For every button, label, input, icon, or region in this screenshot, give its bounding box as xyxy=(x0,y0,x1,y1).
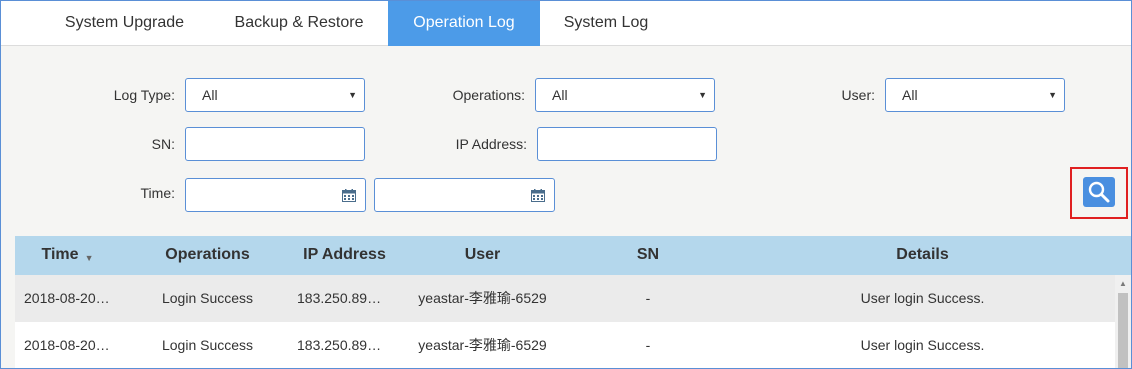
cell-user: yeastar-李雅瑜-6529 xyxy=(418,337,547,353)
table-scrollbar[interactable]: ▲ xyxy=(1115,275,1131,368)
column-header-operations[interactable]: Operations xyxy=(135,236,280,274)
user-select[interactable]: All ▼ xyxy=(885,78,1065,112)
ip-address-label: IP Address: xyxy=(455,136,527,152)
sn-label: SN: xyxy=(151,136,175,152)
cell-sn: - xyxy=(645,290,651,306)
time-start-input[interactable] xyxy=(185,178,366,212)
sn-input[interactable] xyxy=(185,127,365,161)
dropdown-arrow-icon: ▼ xyxy=(348,90,357,100)
tab-backup-restore[interactable]: Backup & Restore xyxy=(212,1,386,46)
tab-operation-log[interactable]: Operation Log xyxy=(388,1,540,46)
log-type-select[interactable]: All ▼ xyxy=(185,78,365,112)
log-type-value: All xyxy=(202,87,218,103)
tab-bar: System Upgrade Backup & Restore Operatio… xyxy=(1,1,1131,46)
log-type-label: Log Type: xyxy=(113,87,175,103)
tab-system-upgrade[interactable]: System Upgrade xyxy=(42,1,207,46)
operation-log-panel: System Upgrade Backup & Restore Operatio… xyxy=(0,0,1132,369)
sort-desc-icon[interactable]: ▼ xyxy=(85,239,94,277)
time-label: Time: xyxy=(140,185,175,201)
cell-ip-address: 183.250.89… xyxy=(297,337,382,353)
table-row[interactable]: 2018-08-20… Login Success 183.250.89… ye… xyxy=(15,275,1115,322)
column-header-user[interactable]: User xyxy=(400,236,565,274)
dropdown-arrow-icon: ▼ xyxy=(698,90,707,100)
cell-user: yeastar-李雅瑜-6529 xyxy=(418,290,547,306)
search-icon xyxy=(1088,181,1110,203)
dropdown-arrow-icon: ▼ xyxy=(1048,90,1057,100)
calendar-icon[interactable] xyxy=(342,189,356,202)
tab-system-log[interactable]: System Log xyxy=(542,1,670,46)
operations-value: All xyxy=(552,87,568,103)
column-header-time[interactable]: Time ▼ xyxy=(15,236,120,277)
ip-address-input[interactable] xyxy=(537,127,717,161)
column-header-sn[interactable]: SN xyxy=(578,236,718,274)
cell-details: User login Success. xyxy=(860,290,985,306)
operations-select[interactable]: All ▼ xyxy=(535,78,715,112)
log-table-header: Time ▼ Operations IP Address User SN Deta… xyxy=(15,236,1131,275)
column-header-ip-address[interactable]: IP Address xyxy=(297,236,392,274)
time-end-input[interactable] xyxy=(374,178,555,212)
calendar-icon[interactable] xyxy=(531,189,545,202)
user-label: User: xyxy=(841,87,875,103)
operations-label: Operations: xyxy=(452,87,525,103)
scrollbar-thumb[interactable] xyxy=(1118,293,1128,368)
cell-details: User login Success. xyxy=(860,337,985,353)
cell-sn: - xyxy=(645,337,651,353)
cell-operations: Login Success xyxy=(161,337,254,353)
user-value: All xyxy=(902,87,918,103)
search-button[interactable] xyxy=(1083,177,1115,207)
table-row[interactable]: 2018-08-20… Login Success 183.250.89… ye… xyxy=(15,322,1115,368)
scroll-up-arrow-icon[interactable]: ▲ xyxy=(1115,277,1131,291)
column-header-details[interactable]: Details xyxy=(735,236,1110,274)
cell-time: 2018-08-20… xyxy=(24,337,110,353)
cell-operations: Login Success xyxy=(161,290,254,306)
cell-ip-address: 183.250.89… xyxy=(297,290,382,306)
cell-time: 2018-08-20… xyxy=(24,290,110,306)
